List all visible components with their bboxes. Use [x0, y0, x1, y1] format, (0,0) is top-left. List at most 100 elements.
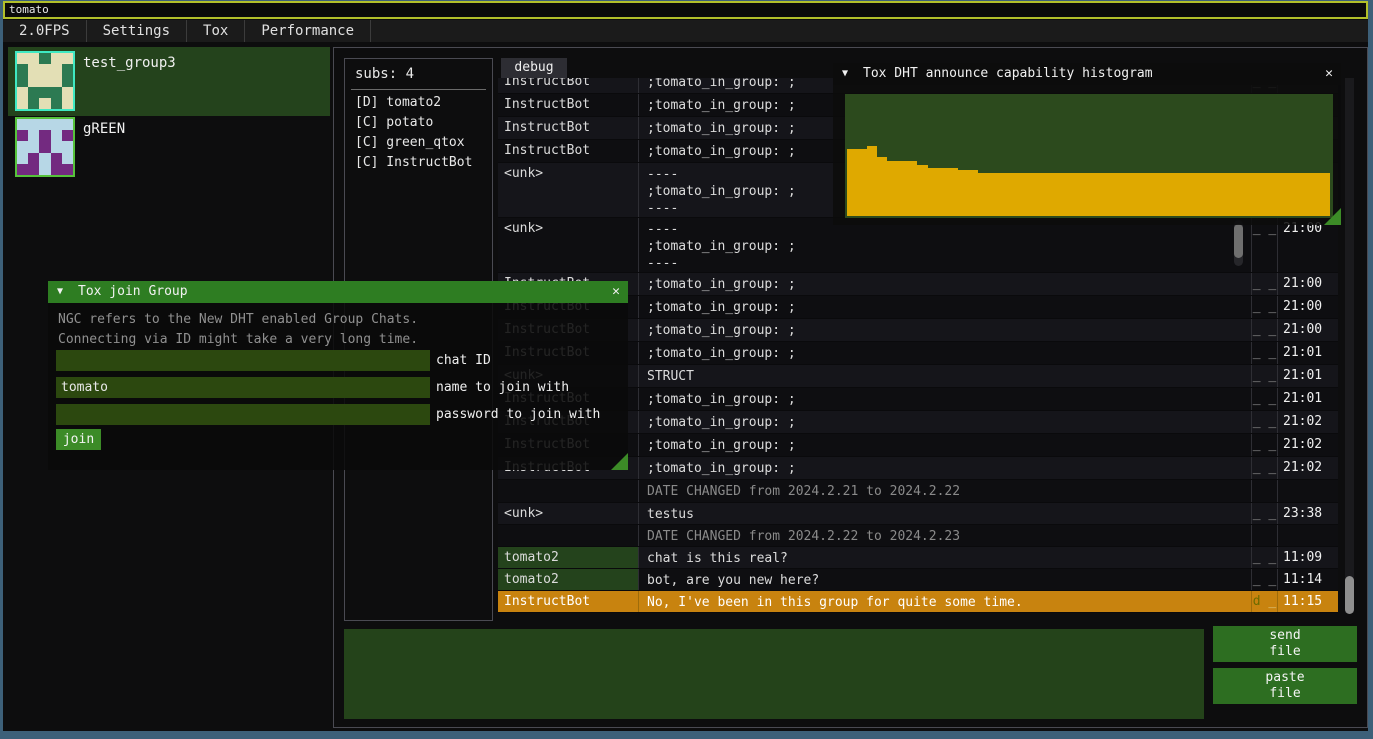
sender-name: InstructBot [498, 591, 638, 612]
avatar-pixel [62, 75, 73, 86]
collapse-icon[interactable]: ▼ [57, 281, 63, 303]
avatar-pixel [28, 64, 39, 75]
histogram-bar [1310, 173, 1320, 216]
message-text: ;tomato_in_group: ; [638, 388, 1251, 410]
message-row[interactable]: <unk>testus_ _23:38 [498, 503, 1338, 525]
avatar-pixel [39, 53, 50, 64]
avatar-pixel [62, 130, 73, 141]
histogram-bar [877, 157, 887, 216]
join-button[interactable]: join [56, 429, 101, 450]
avatar-pixel [17, 164, 28, 175]
message-row[interactable]: tomato2bot, are you new here?_ _11:14 [498, 569, 1338, 591]
avatar-pixel [62, 64, 73, 75]
avatar-pixel [17, 153, 28, 164]
avatar-pixel [62, 164, 73, 175]
chat-scrollbar-thumb[interactable] [1345, 576, 1354, 614]
member-item[interactable]: [C] potato [355, 115, 433, 130]
histogram-bar [1219, 173, 1229, 216]
group-avatar [15, 117, 75, 177]
menu-item-tox[interactable]: Tox [187, 20, 245, 42]
avatar-pixel [28, 141, 39, 152]
menu-item-performance[interactable]: Performance [245, 20, 371, 42]
screen: tomato 2.0FPSSettingsToxPerformance test… [0, 0, 1373, 739]
message-text: ----;tomato_in_group: ;---- [638, 218, 1251, 272]
member-item[interactable]: [C] green_qtox [355, 135, 465, 150]
histogram-bar [867, 146, 877, 216]
sender-name: <unk> [498, 503, 638, 524]
histogram-bar [1290, 173, 1300, 216]
chat-id-label: chat ID [436, 353, 491, 368]
histogram-bar [1270, 173, 1280, 216]
join-dialog-title-bar[interactable]: ▼ Tox join Group ✕ [48, 281, 628, 303]
collapse-icon[interactable]: ▼ [842, 63, 848, 85]
avatar-pixel [51, 87, 62, 98]
app-window: tomato 2.0FPSSettingsToxPerformance test… [3, 1, 1368, 731]
read-indicator: _ _ [1251, 411, 1277, 433]
histogram-bar [1229, 173, 1239, 216]
message-row[interactable]: InstructBotNo, I've been in this group f… [498, 591, 1338, 613]
message-input[interactable] [344, 629, 1204, 719]
menu-item-settings[interactable]: Settings [87, 20, 187, 42]
avatar-pixel [28, 53, 39, 64]
histogram-bar [1008, 173, 1018, 216]
member-item[interactable]: [D] tomato2 [355, 95, 441, 110]
menu-item-2-0fps[interactable]: 2.0FPS [3, 20, 87, 42]
resize-grip[interactable] [1324, 208, 1341, 225]
message-text: ;tomato_in_group: ; [638, 296, 1251, 318]
message-line: ;tomato_in_group: ; [647, 276, 1251, 293]
chat-scrollbar-track[interactable] [1345, 78, 1354, 613]
sender-name: tomato2 [498, 569, 638, 590]
tab-debug[interactable]: debug [501, 58, 567, 78]
read-underscore: _ [1261, 594, 1277, 609]
group-item-test_group3[interactable]: test_group3 [8, 47, 330, 116]
histogram-bar [1149, 173, 1159, 216]
send-file-button[interactable]: send file [1213, 626, 1357, 662]
date-separator-row: DATE CHANGED from 2024.2.21 to 2024.2.22 [498, 480, 1338, 503]
timestamp: 11:09 [1277, 547, 1335, 568]
timestamp: 21:00 [1277, 296, 1335, 318]
sender-name: InstructBot [498, 94, 638, 116]
send-file-label-line2: file [1213, 644, 1357, 660]
avatar-pixel [62, 98, 73, 109]
message-row[interactable]: tomato2chat is this real?_ _11:09 [498, 547, 1338, 569]
read-indicator: _ _ [1251, 365, 1277, 387]
histogram-bar [1260, 173, 1270, 216]
message-row[interactable]: <unk>----;tomato_in_group: ;----_ _21:00 [498, 218, 1338, 273]
message-line: ;tomato_in_group: ; [647, 345, 1251, 362]
timestamp: 11:15 [1277, 591, 1335, 612]
avatar-pixel [17, 98, 28, 109]
avatar-pixel [17, 53, 28, 64]
timestamp: 21:02 [1277, 434, 1335, 456]
read-indicator: _ _ [1251, 434, 1277, 456]
histogram-title-bar[interactable]: ▼ Tox DHT announce capability histogram … [833, 63, 1341, 85]
histogram-bar [1169, 173, 1179, 216]
timestamp [1277, 525, 1335, 546]
member-item[interactable]: [C] InstructBot [355, 155, 472, 170]
resize-grip[interactable] [611, 453, 628, 470]
chat-id-input[interactable] [56, 350, 430, 371]
join-password-input[interactable] [56, 404, 430, 425]
paste-file-button[interactable]: paste file [1213, 668, 1357, 704]
histogram-bar [958, 170, 968, 216]
avatar-pixel [62, 141, 73, 152]
read-indicator: d _ [1251, 591, 1277, 612]
join-name-input[interactable] [56, 377, 430, 398]
timestamp: 21:00 [1277, 218, 1335, 272]
avatar-pixel [39, 75, 50, 86]
group-item-gREEN[interactable]: gREEN [8, 113, 330, 182]
sender-name: <unk> [498, 163, 638, 217]
message-scrollbar-thumb[interactable] [1234, 224, 1243, 258]
message-line: bot, are you new here? [647, 572, 1251, 589]
message-text: ;tomato_in_group: ; [638, 457, 1251, 479]
timestamp: 23:38 [1277, 503, 1335, 524]
histogram-bar [1038, 173, 1048, 216]
timestamp: 21:02 [1277, 457, 1335, 479]
message-line: ;tomato_in_group: ; [647, 460, 1251, 477]
dht-histogram-window: ▼ Tox DHT announce capability histogram … [833, 63, 1341, 225]
avatar-pixel [39, 119, 50, 130]
close-icon[interactable]: ✕ [1325, 63, 1333, 85]
histogram-bar [897, 161, 907, 216]
window-title: tomato [9, 3, 49, 16]
close-icon[interactable]: ✕ [612, 281, 620, 303]
histogram-bar [998, 173, 1008, 216]
